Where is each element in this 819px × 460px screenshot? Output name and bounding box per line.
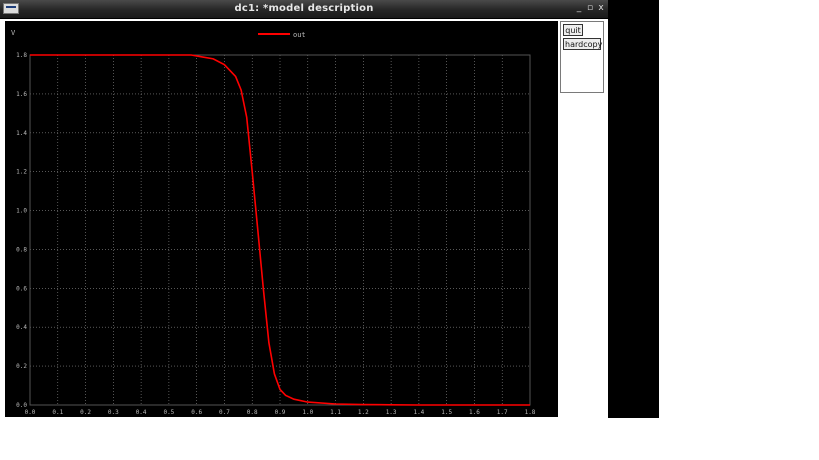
y-axis-label: V — [11, 29, 16, 37]
y-tick-label: 1.2 — [16, 169, 27, 176]
x-tick-label: 1.2 — [358, 409, 369, 416]
maximize-button[interactable]: ▫ — [585, 3, 595, 14]
x-tick-label: 1.1 — [330, 409, 341, 416]
plot-window: dc1: *model description _ ▫ x V out 0.0 0… — [0, 0, 608, 418]
y-tick-label: 1.4 — [16, 130, 27, 137]
chart-svg: V out 0.0 0.2 0.4 0.6 0.8 1.0 1.2 1.4 1.6 1.8 0.0… — [11, 29, 536, 416]
x-tick-label: 1.3 — [386, 409, 397, 416]
y-tick-label: 0.4 — [16, 324, 27, 331]
x-tick-label: 0.3 — [108, 409, 119, 416]
x-tick-label: 1.8 — [525, 409, 536, 416]
x-tick-label: 1.4 — [413, 409, 424, 416]
side-button-panel: quit hardcopy — [560, 21, 604, 93]
y-tick-label: 1.6 — [16, 91, 27, 98]
x-tick-label: 0.7 — [219, 409, 230, 416]
legend-label: out — [293, 31, 306, 39]
plot-area: V out 0.0 0.2 0.4 0.6 0.8 1.0 1.2 1.4 1.6 1.8 0.0… — [5, 21, 558, 417]
x-tick-label: 1.6 — [469, 409, 480, 416]
quit-button[interactable]: quit — [563, 24, 583, 36]
grid — [29, 54, 531, 406]
hardcopy-button[interactable]: hardcopy — [563, 38, 602, 50]
y-tick-label: 0.0 — [16, 402, 27, 409]
x-tick-label: 0.4 — [136, 409, 147, 416]
empty-area — [659, 0, 819, 418]
x-tick-label: 0.0 — [25, 409, 36, 416]
y-tick-labels: 0.0 0.2 0.4 0.6 0.8 1.0 1.2 1.4 1.6 1.8 — [16, 52, 27, 409]
x-tick-label: 1.0 — [302, 409, 313, 416]
y-tick-label: 0.6 — [16, 285, 27, 292]
y-tick-label: 1.8 — [16, 52, 27, 59]
y-tick-label: 1.0 — [16, 208, 27, 215]
x-tick-label: 1.5 — [441, 409, 452, 416]
x-tick-label: 0.1 — [52, 409, 63, 416]
x-tick-label: 0.9 — [275, 409, 286, 416]
close-button[interactable]: x — [596, 3, 606, 14]
title-bar[interactable]: dc1: *model description _ ▫ x — [0, 0, 608, 19]
y-tick-label: 0.8 — [16, 246, 27, 253]
x-tick-label: 0.5 — [163, 409, 174, 416]
x-tick-label: 0.8 — [247, 409, 258, 416]
x-tick-label: 1.7 — [497, 409, 508, 416]
desktop-background — [608, 0, 659, 418]
y-tick-label: 0.2 — [16, 363, 27, 370]
x-tick-label: 0.2 — [80, 409, 91, 416]
x-tick-labels: 0.0 0.1 0.2 0.3 0.4 0.5 0.6 0.7 0.8 0.9 1.0 1.1 1.2 1… — [25, 409, 536, 416]
window-title: dc1: *model description — [234, 3, 374, 14]
minimize-button[interactable]: _ — [574, 3, 584, 14]
x-tick-label: 0.6 — [191, 409, 202, 416]
